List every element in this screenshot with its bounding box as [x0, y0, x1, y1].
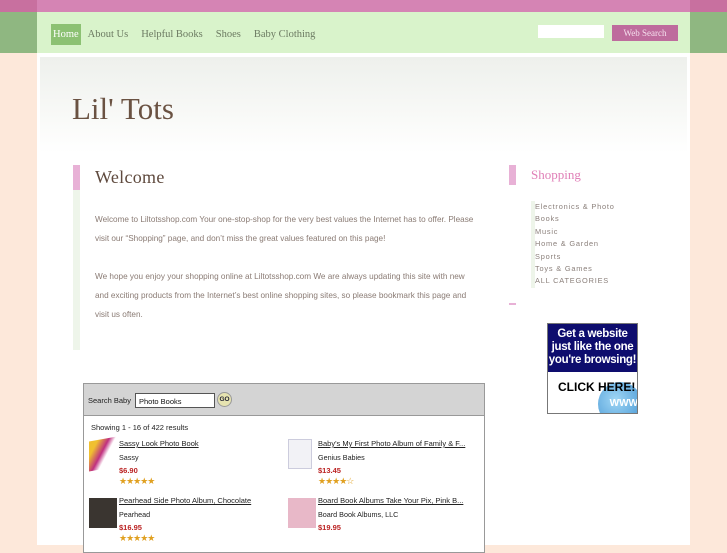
- product-image[interactable]: [288, 439, 312, 469]
- star-rating: ★★★★☆: [318, 476, 354, 486]
- product-price: $6.90: [119, 466, 138, 475]
- shopping-accent: [509, 165, 516, 185]
- go-button[interactable]: GO: [217, 392, 232, 407]
- product-item: Sassy Look Photo Book Sassy $6.90 ★★★★★: [89, 436, 279, 494]
- welcome-paragraph-2: We hope you enjoy your shopping online a…: [95, 272, 467, 319]
- ad-cta: CLICK HERE!: [558, 380, 636, 394]
- product-image[interactable]: [288, 498, 316, 528]
- product-name[interactable]: Pearhead Side Photo Album, Chocolate: [119, 496, 251, 505]
- welcome-heading: Welcome: [95, 167, 165, 187]
- product-brand: Sassy: [119, 453, 139, 462]
- category-home-garden[interactable]: Home & Garden: [535, 238, 615, 250]
- welcome-accent: [73, 165, 80, 190]
- product-price: $16.95: [119, 523, 142, 532]
- results-count: Showing 1 - 16 of 422 results: [91, 423, 189, 432]
- product-brand: Pearhead: [119, 510, 151, 519]
- ad-headline: Get a website just like the one you're b…: [548, 324, 637, 372]
- main-nav: Home About Us Helpful Books Shoes Baby C…: [51, 24, 322, 45]
- product-image[interactable]: [89, 436, 117, 472]
- star-rating: ★★★★★: [119, 533, 155, 543]
- site-title: Lil' Tots: [72, 91, 174, 126]
- nav-shoes[interactable]: Shoes: [210, 24, 247, 45]
- category-toys-games[interactable]: Toys & Games: [535, 263, 615, 275]
- category-books[interactable]: Books: [535, 213, 615, 225]
- product-search-input[interactable]: Photo Books: [135, 393, 215, 408]
- product-item: Baby's My First Photo Album of Family & …: [288, 439, 478, 494]
- product-name[interactable]: Sassy Look Photo Book: [119, 439, 199, 448]
- widget-search-bar: Search Baby Photo Books GO: [84, 384, 484, 416]
- product-brand: Board Book Albums, LLC: [318, 510, 399, 519]
- top-band: [0, 0, 727, 12]
- search-label: Search Baby: [88, 396, 131, 405]
- category-electronics-photo[interactable]: Electronics & Photo: [535, 201, 615, 213]
- product-price: $13.45: [318, 466, 341, 475]
- nav-baby-clothing[interactable]: Baby Clothing: [248, 24, 322, 45]
- star-rating: ★★★★★: [119, 476, 155, 486]
- web-search-input[interactable]: [538, 25, 604, 38]
- product-name[interactable]: Board Book Albums Take Your Pix, Pink B.…: [318, 496, 463, 505]
- nav-home[interactable]: Home: [51, 24, 81, 45]
- product-item: Pearhead Side Photo Album, Chocolate Pea…: [89, 496, 279, 551]
- product-name[interactable]: Baby's My First Photo Album of Family & …: [318, 439, 465, 448]
- welcome-paragraph-1: Welcome to Liltotsshop.com Your one-stop…: [95, 215, 474, 243]
- product-image[interactable]: [89, 498, 117, 528]
- category-sports[interactable]: Sports: [535, 251, 615, 263]
- category-list: Electronics & Photo Books Music Home & G…: [535, 201, 615, 288]
- product-search-widget: Search Baby Photo Books GO Showing 1 - 1…: [83, 383, 485, 553]
- category-music[interactable]: Music: [535, 226, 615, 238]
- shopping-heading: Shopping: [531, 167, 581, 182]
- web-search-button[interactable]: Web Search: [612, 25, 678, 41]
- category-all[interactable]: ALL CATEGORIES: [535, 275, 615, 287]
- website-ad-banner[interactable]: Get a website just like the one you're b…: [547, 323, 638, 414]
- product-item: Board Book Albums Take Your Pix, Pink B.…: [288, 496, 478, 551]
- sidebar-divider: [509, 303, 516, 305]
- nav-about-us[interactable]: About Us: [82, 24, 135, 45]
- welcome-stripe: [73, 190, 80, 350]
- product-price: $19.95: [318, 523, 341, 532]
- nav-helpful-books[interactable]: Helpful Books: [135, 24, 209, 45]
- product-brand: Genius Babies: [318, 453, 365, 462]
- page-content: Lil' Tots Welcome Welcome to Liltotsshop…: [37, 53, 690, 553]
